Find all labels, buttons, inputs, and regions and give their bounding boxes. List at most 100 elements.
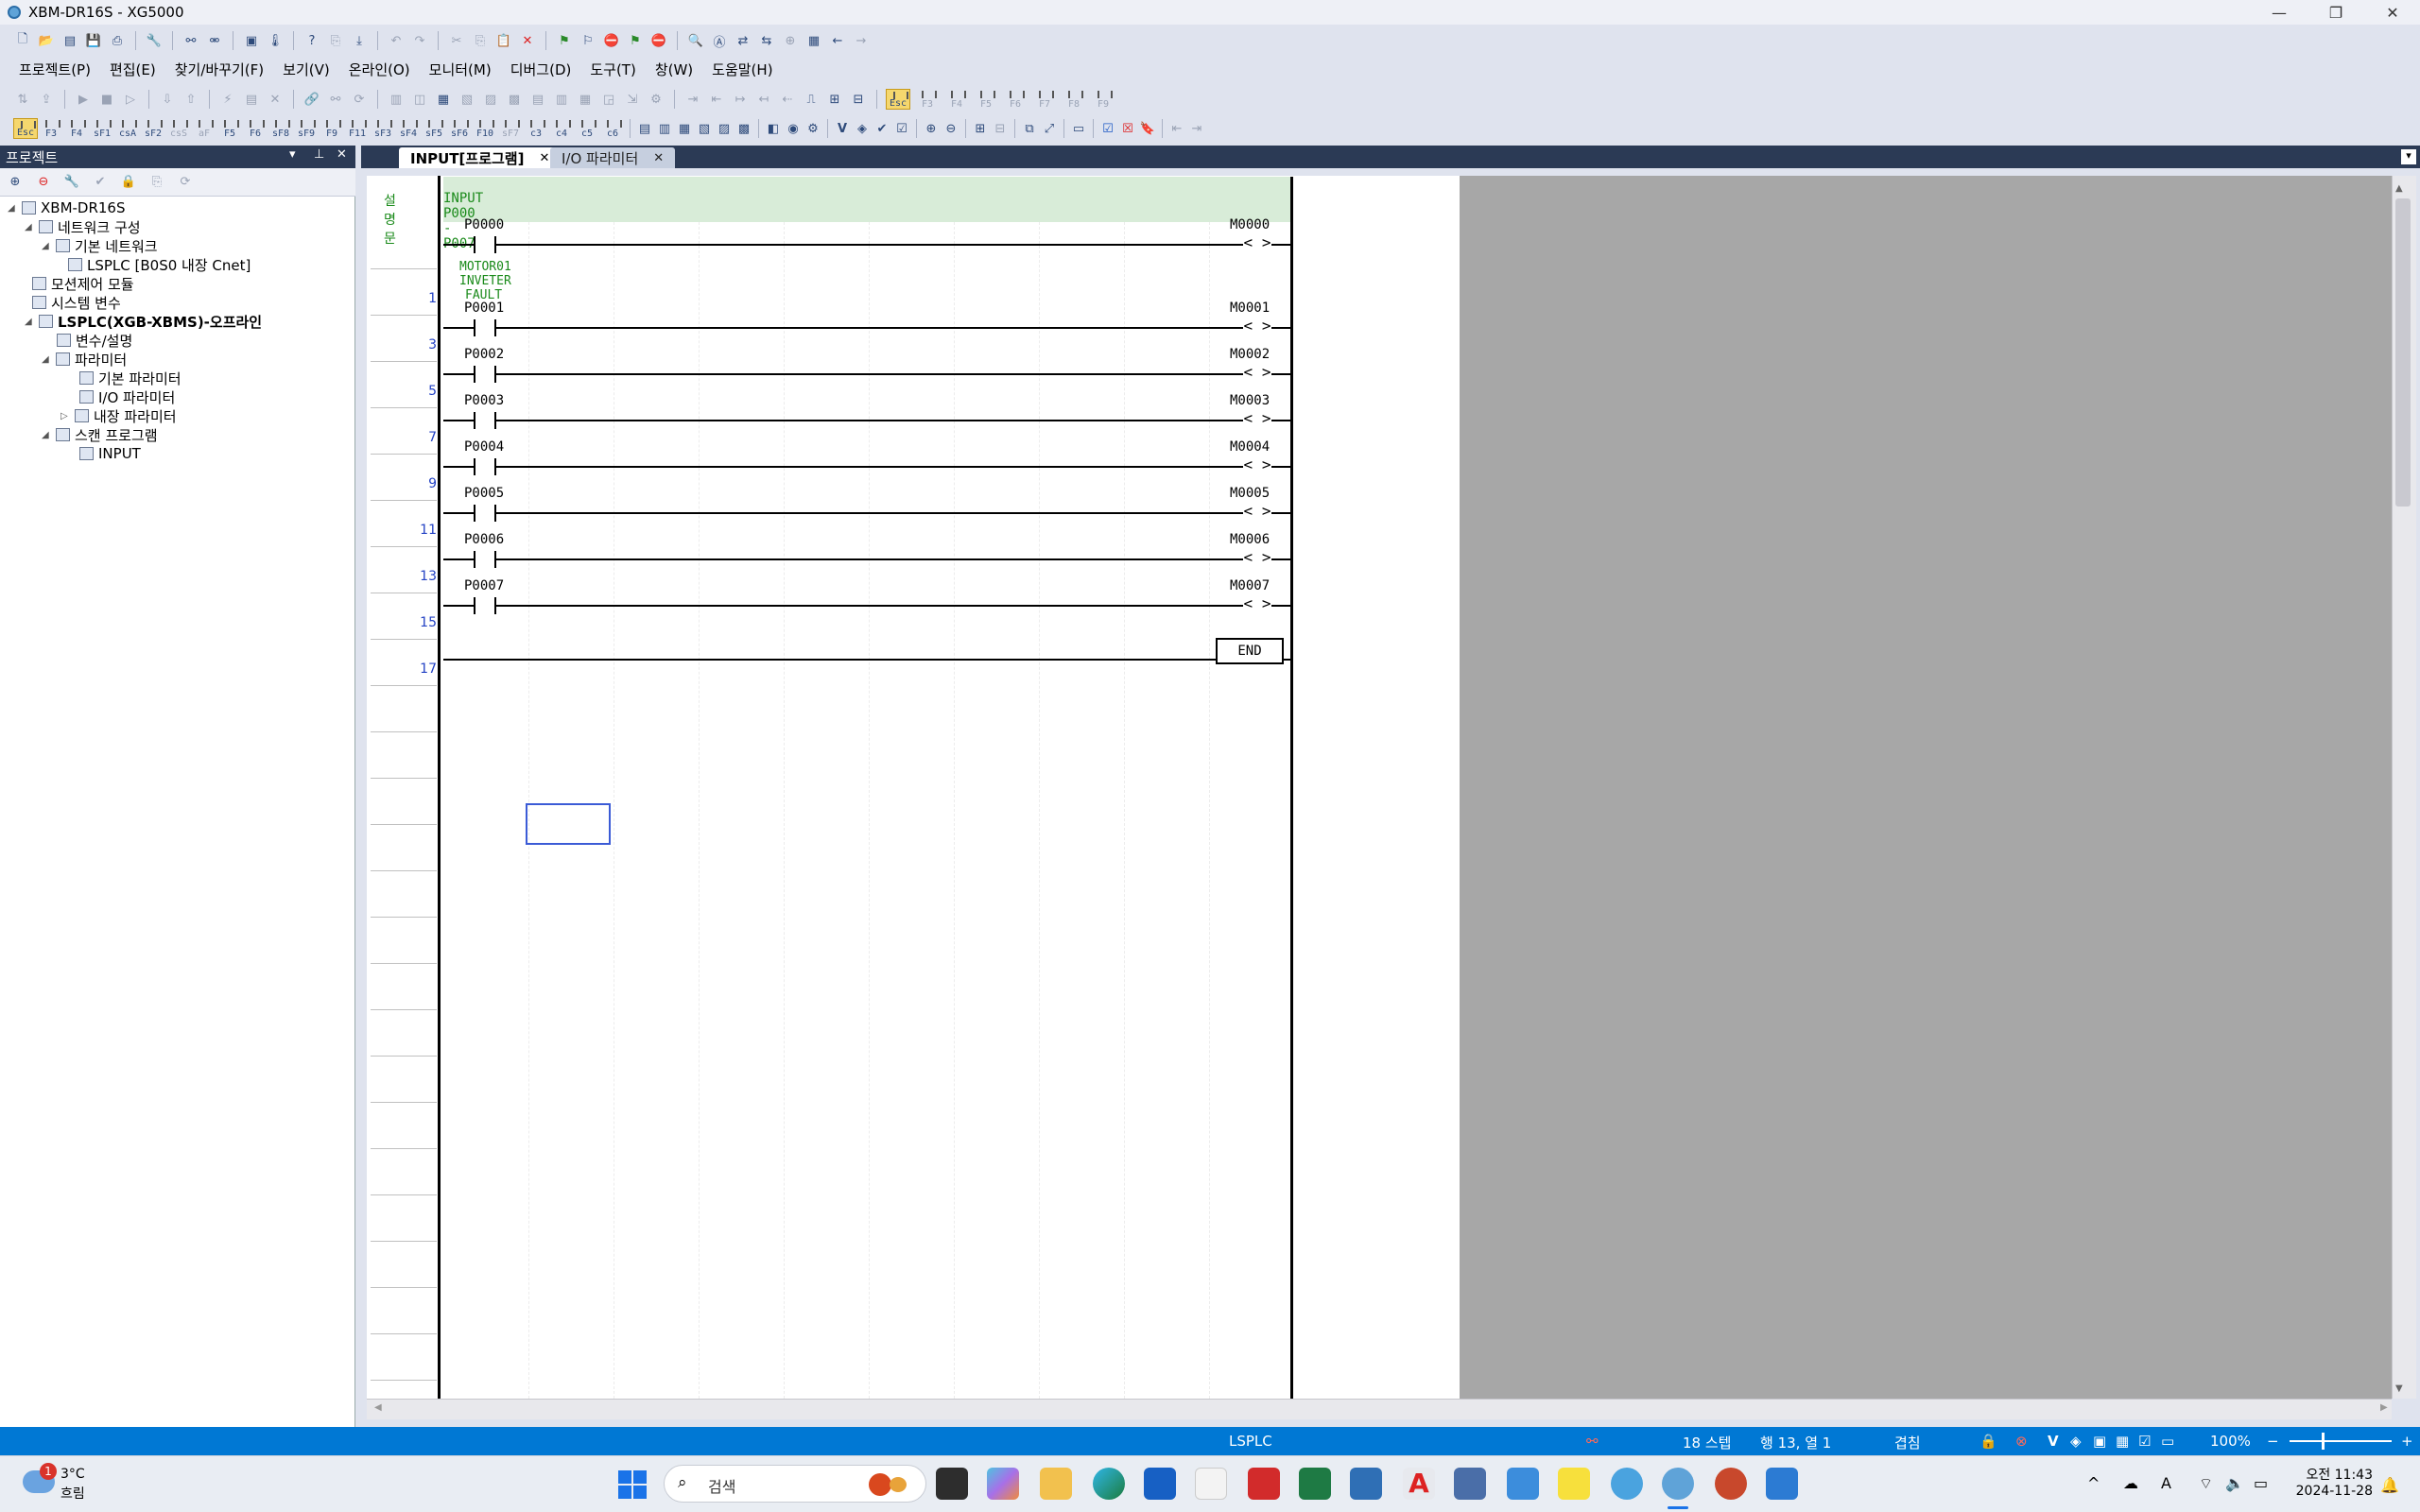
start-button[interactable] <box>618 1470 647 1499</box>
insert-row-icon[interactable]: ⊞ <box>825 90 844 109</box>
fkey-f6[interactable]: F6 <box>243 118 268 139</box>
monitor-icon[interactable]: ▣ <box>242 31 261 50</box>
menu-monitor[interactable]: 모니터(M) <box>429 60 492 79</box>
find-next-icon[interactable]: Ⓐ <box>710 31 729 50</box>
fkey2-f8[interactable]: F8 <box>1062 89 1086 110</box>
menu-tools[interactable]: 도구(T) <box>590 60 635 79</box>
monitor-pause-icon[interactable]: ◫ <box>410 90 429 109</box>
collapse-icon[interactable]: ◢ <box>42 354 51 365</box>
flash-icon[interactable]: ⚡ <box>218 90 237 109</box>
check-all-icon[interactable]: ☑ <box>892 119 911 138</box>
tree-item-lsplc-offline[interactable]: ◢ LSPLC(XGB-XBMS)-오프라인 <box>25 312 262 331</box>
status-monitor-icon[interactable]: ▣ <box>2093 1433 2106 1450</box>
record-icon[interactable]: ◉ <box>784 119 803 138</box>
view-label-icon[interactable]: ▧ <box>695 119 714 138</box>
program-comment-row[interactable] <box>443 177 1290 222</box>
thermometer-icon[interactable]: 🌡 <box>266 31 285 50</box>
menu-view[interactable]: 보기(V) <box>283 60 330 79</box>
tree-item-basic-parameters[interactable]: 기본 파라미터 <box>79 369 182 387</box>
collapse-icon[interactable]: ◢ <box>25 317 34 327</box>
grid-icon[interactable]: ▦ <box>804 31 823 50</box>
verify-icon[interactable]: V <box>833 119 852 138</box>
stop-red-icon-2[interactable]: ⛔ <box>649 31 668 50</box>
fkey2-f4[interactable]: F4 <box>944 89 969 110</box>
view-ladder-icon[interactable]: ▤ <box>635 119 654 138</box>
fkey-c6[interactable]: c6 <box>600 118 625 139</box>
open-folder-icon[interactable]: 📂 <box>37 31 56 50</box>
write-icon[interactable]: ⇩ <box>158 90 177 109</box>
clear-icon[interactable]: ✕ <box>266 90 285 109</box>
output-coil[interactable]: < > <box>1243 365 1271 382</box>
monitor-start-icon[interactable]: ▥ <box>387 90 406 109</box>
delete-icon[interactable]: ✕ <box>518 31 537 50</box>
output-coil[interactable]: < > <box>1243 504 1271 521</box>
tree-item-plc[interactable]: ◢ XBM-DR16S <box>8 198 126 217</box>
tree-item-lsplc-cnet[interactable]: LSPLC [B0S0 내장 Cnet] <box>68 255 251 274</box>
task-view-icon[interactable] <box>936 1468 968 1500</box>
collapse-icon[interactable]: ◢ <box>8 203 17 214</box>
normally-open-contact[interactable] <box>474 458 496 475</box>
notepad-icon[interactable] <box>1507 1468 1539 1500</box>
fkey2-esc[interactable]: Esc <box>886 89 910 110</box>
layout-icon[interactable]: ⊞ <box>971 119 990 138</box>
normally-open-contact[interactable] <box>474 319 496 336</box>
menu-edit[interactable]: 편집(E) <box>110 60 156 79</box>
expand-icon[interactable]: ▷ <box>60 411 70 421</box>
fkey-sf9[interactable]: sF9 <box>294 118 319 139</box>
copy-icon[interactable]: ⎘ <box>471 31 490 50</box>
fkey-sf8[interactable]: sF8 <box>268 118 293 139</box>
link-icon[interactable]: 🔗 <box>302 90 321 109</box>
settings-icon[interactable]: ⚙ <box>804 119 822 138</box>
fkey-sf5[interactable]: sF5 <box>422 118 446 139</box>
tab-dropdown-icon[interactable]: ▾ <box>2401 149 2416 164</box>
tree-item-io-parameters[interactable]: I/O 파라미터 <box>79 387 175 406</box>
forward-arrow-icon[interactable]: → <box>852 31 871 50</box>
print-icon[interactable]: ⎙ <box>108 31 127 50</box>
replace-icon[interactable]: ⇄ <box>734 31 752 50</box>
paste-icon[interactable]: 📋 <box>494 31 513 50</box>
pause-icon[interactable]: ▷ <box>121 90 140 109</box>
fkey2-f6[interactable]: F6 <box>1003 89 1028 110</box>
status-check-icon[interactable]: ☑ <box>2138 1433 2151 1450</box>
fkey-sf4[interactable]: sF4 <box>396 118 421 139</box>
connect-icon[interactable]: ⚯ <box>182 31 200 50</box>
graph-icon[interactable]: ▤ <box>528 90 547 109</box>
network-tool-icon[interactable] <box>1350 1468 1382 1500</box>
normally-open-contact[interactable] <box>474 505 496 522</box>
tray-cloud-icon[interactable]: ☁ <box>2123 1474 2138 1492</box>
scroll-up-icon[interactable]: ▲ <box>2395 183 2403 194</box>
view-output-icon[interactable]: ▩ <box>735 119 753 138</box>
bookmark-green-icon[interactable]: ⚑ <box>555 31 574 50</box>
collapse-icon[interactable]: ◢ <box>25 222 34 232</box>
copy-doc-icon[interactable]: ⎘ <box>326 31 345 50</box>
fkey-af[interactable]: aF <box>192 118 216 139</box>
fkey-f9[interactable]: F9 <box>320 118 344 139</box>
tree-item-input-program[interactable]: INPUT <box>79 444 141 463</box>
fkey-c3[interactable]: c3 <box>524 118 548 139</box>
insert-col-icon[interactable]: ⊟ <box>849 90 868 109</box>
fkey-f10[interactable]: F10 <box>473 118 497 139</box>
tree-item-system-variables[interactable]: 시스템 변수 <box>32 293 121 312</box>
output-coil[interactable]: < > <box>1243 235 1271 252</box>
fkey2-f5[interactable]: F5 <box>974 89 998 110</box>
wrench-icon[interactable]: 🔧 <box>145 31 164 50</box>
stop-red-icon[interactable]: ⛔ <box>602 31 621 50</box>
edge-icon[interactable] <box>1093 1468 1125 1500</box>
normally-open-contact[interactable] <box>474 366 496 383</box>
layout2-icon[interactable]: ⊟ <box>991 119 1010 138</box>
stop-icon[interactable]: ■ <box>97 90 116 109</box>
menu-debug[interactable]: 디버그(D) <box>510 60 572 79</box>
fkey-c5[interactable]: c5 <box>575 118 599 139</box>
collapse-icon[interactable]: ◢ <box>42 430 51 440</box>
clock-time[interactable]: 오전 11:43 <box>2301 1465 2373 1484</box>
file-explorer-icon[interactable] <box>1040 1468 1072 1500</box>
compile-icon[interactable]: ◈ <box>853 119 872 138</box>
variable-icon[interactable]: ▩ <box>505 90 524 109</box>
fkey-sf2[interactable]: sF2 <box>141 118 165 139</box>
step-icon[interactable]: ⇲ <box>623 90 642 109</box>
xg5000-icon[interactable] <box>1611 1468 1643 1500</box>
tab-close-icon[interactable]: ✕ <box>539 151 549 165</box>
nav-last-icon[interactable]: ⇥ <box>1187 119 1206 138</box>
download-icon[interactable]: ⤓ <box>350 31 369 50</box>
tray-expand-icon[interactable]: ^ <box>2087 1474 2100 1492</box>
